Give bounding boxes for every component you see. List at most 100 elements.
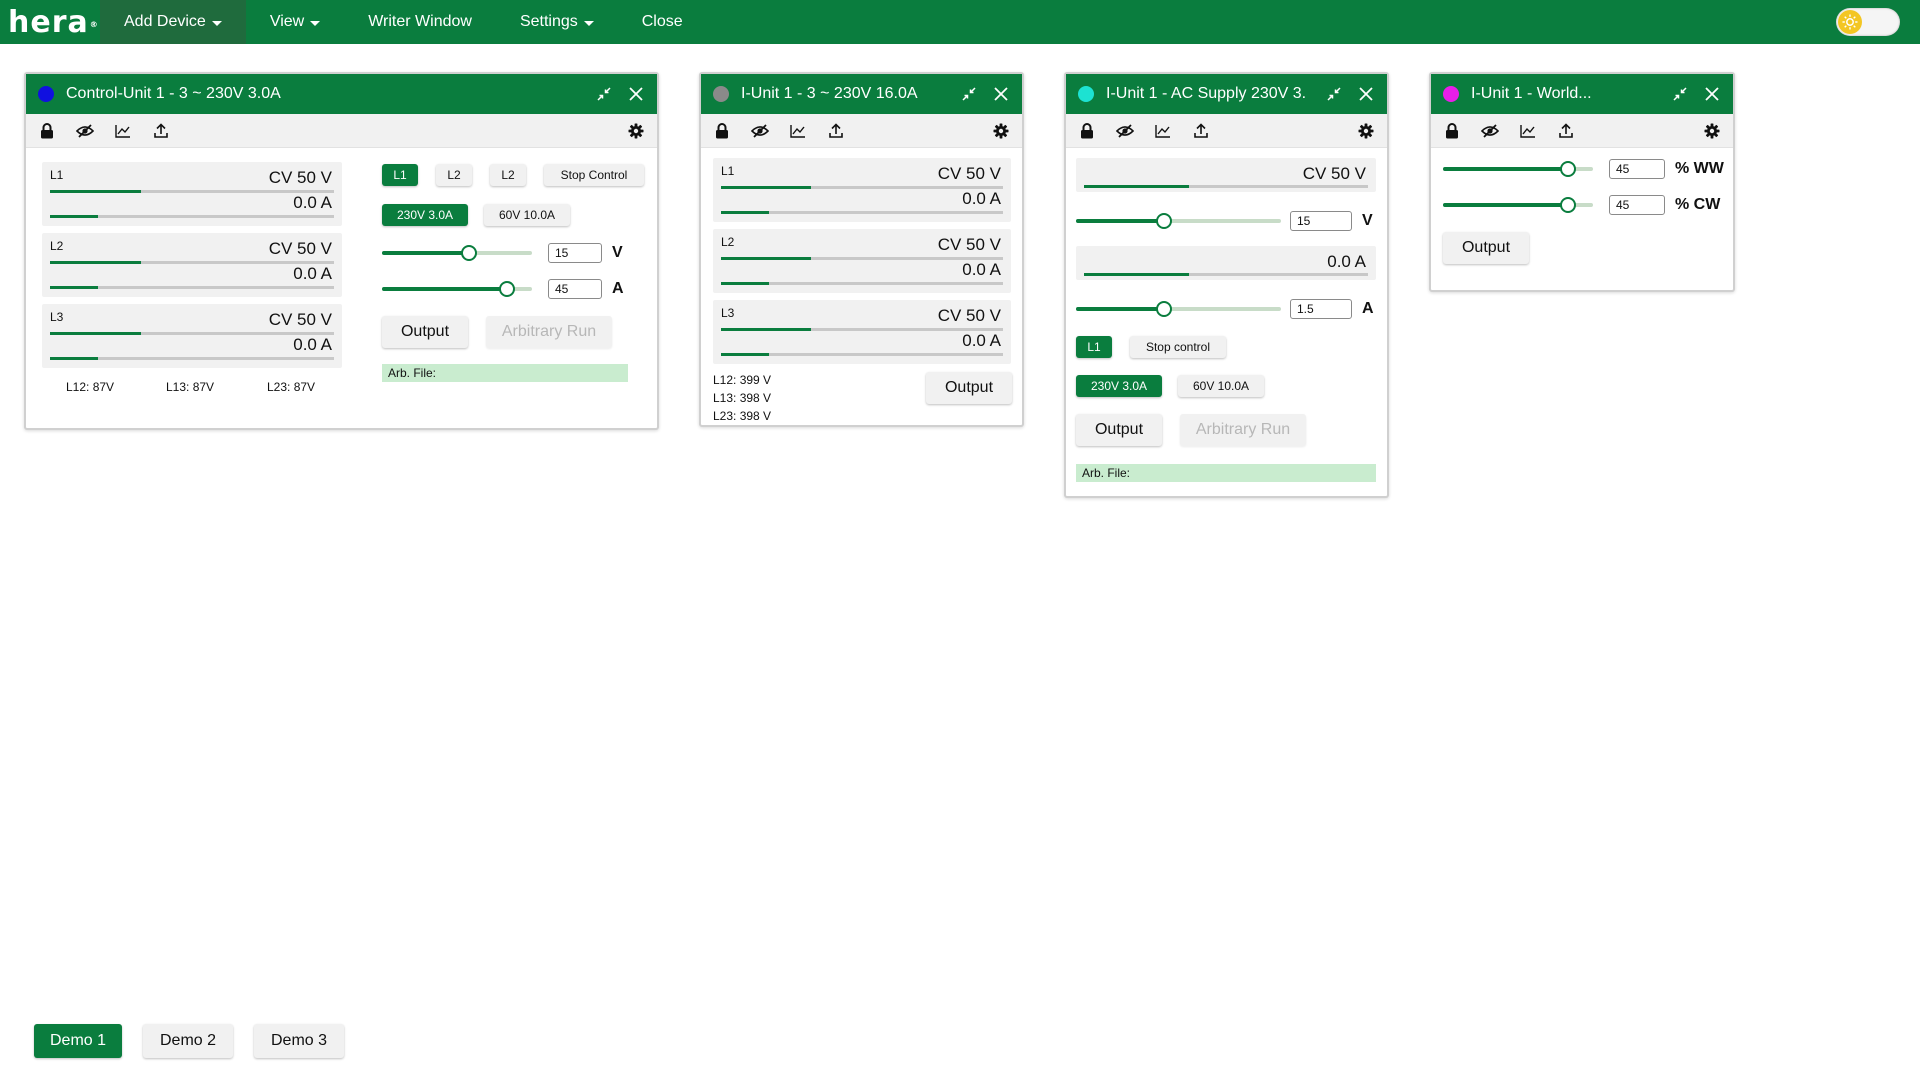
- menu-close[interactable]: Close: [618, 0, 707, 44]
- upload-icon[interactable]: [1190, 120, 1212, 142]
- gear-icon[interactable]: [990, 120, 1012, 142]
- chart-icon[interactable]: [112, 120, 134, 142]
- gear-icon[interactable]: [1355, 120, 1377, 142]
- arbitrary-run-button[interactable]: Arbitrary Run: [1180, 414, 1306, 446]
- lock-icon[interactable]: [711, 120, 733, 142]
- current-slider[interactable]: [382, 280, 532, 298]
- close-icon[interactable]: [625, 83, 647, 105]
- menu-add-device[interactable]: Add Device: [100, 0, 246, 44]
- cold-white-slider[interactable]: [1443, 196, 1593, 214]
- warm-white-slider[interactable]: [1443, 160, 1593, 178]
- voltage-slider[interactable]: [1076, 212, 1281, 230]
- slider-knob[interactable]: [498, 281, 515, 297]
- eye-off-icon[interactable]: [749, 120, 771, 142]
- gear-icon[interactable]: [625, 120, 647, 142]
- voltage-input[interactable]: 15: [548, 243, 602, 263]
- upload-icon[interactable]: [150, 120, 172, 142]
- output-button[interactable]: Output: [1076, 414, 1162, 446]
- voltage-bar: [721, 257, 1003, 260]
- minimize-icon[interactable]: [1669, 83, 1691, 105]
- current-bar-fill: [721, 353, 769, 356]
- eye-off-icon[interactable]: [1479, 120, 1501, 142]
- voltage-slider[interactable]: [382, 244, 532, 262]
- voltage-input[interactable]: 15: [1290, 211, 1352, 231]
- window-title-bar[interactable]: Control-Unit 1 - 3 ~ 230V 3.0A: [26, 74, 657, 114]
- current-bar-fill: [50, 286, 99, 289]
- eye-off-icon[interactable]: [74, 120, 96, 142]
- phase-button-l2[interactable]: L2: [436, 164, 472, 186]
- theme-toggle[interactable]: [1836, 8, 1900, 36]
- menu-view[interactable]: View: [246, 0, 344, 44]
- stop-control-button[interactable]: Stop Control: [544, 164, 644, 186]
- line-voltage-l12: L12: 87V: [66, 380, 115, 394]
- range-button-230v[interactable]: 230V 3.0A: [1076, 375, 1162, 397]
- current-bar-fill: [721, 211, 769, 214]
- current-input[interactable]: 1.5: [1290, 299, 1352, 319]
- phase-button-l3[interactable]: L2: [490, 164, 526, 186]
- slider-knob[interactable]: [1559, 197, 1576, 213]
- current-bar-fill: [50, 357, 99, 360]
- demo-2-button[interactable]: Demo 2: [143, 1024, 233, 1058]
- window-toolbar: [701, 114, 1022, 148]
- lock-icon[interactable]: [1076, 120, 1098, 142]
- slider-knob[interactable]: [1559, 161, 1576, 177]
- device-color-dot: [38, 86, 54, 102]
- current-readout: 0.0 A: [1327, 252, 1366, 271]
- minimize-icon[interactable]: [593, 83, 615, 105]
- slider-knob[interactable]: [1156, 301, 1173, 317]
- menu-writer-window[interactable]: Writer Window: [344, 0, 496, 44]
- phase-card-l2: L2 CV 50 V 0.0 A: [42, 233, 342, 297]
- cold-white-input[interactable]: 45: [1609, 195, 1665, 215]
- close-icon[interactable]: [1701, 83, 1723, 105]
- output-button[interactable]: Output: [1443, 232, 1529, 264]
- current-bar: [50, 215, 334, 218]
- phase-button-l1[interactable]: L1: [382, 164, 418, 186]
- chart-icon[interactable]: [1517, 120, 1539, 142]
- logo-mark: ®: [89, 19, 99, 29]
- eye-off-icon[interactable]: [1114, 120, 1136, 142]
- device-color-dot: [1078, 86, 1094, 102]
- range-button-60v[interactable]: 60V 10.0A: [484, 204, 570, 226]
- line-voltage-l12: L12: 399 V: [713, 373, 772, 387]
- gear-icon[interactable]: [1701, 120, 1723, 142]
- window-title-bar[interactable]: I-Unit 1 - 3 ~ 230V 16.0A: [701, 74, 1022, 114]
- menu-settings[interactable]: Settings: [496, 0, 618, 44]
- logo-text: hera: [8, 4, 89, 40]
- range-button-60v[interactable]: 60V 10.0A: [1178, 375, 1264, 397]
- chart-icon[interactable]: [1152, 120, 1174, 142]
- window-title: I-Unit 1 - World...: [1471, 85, 1592, 102]
- current-unit: A: [1362, 300, 1374, 317]
- current-slider[interactable]: [1076, 300, 1281, 318]
- lock-icon[interactable]: [36, 120, 58, 142]
- chart-icon[interactable]: [787, 120, 809, 142]
- voltage-bar-fill: [721, 328, 812, 331]
- warm-white-input[interactable]: 45: [1609, 159, 1665, 179]
- slider-knob[interactable]: [1156, 213, 1173, 229]
- arbitrary-run-button[interactable]: Arbitrary Run: [486, 316, 612, 348]
- current-readout: 0.0 A: [962, 331, 1001, 350]
- output-button[interactable]: Output: [926, 372, 1012, 404]
- window-title: I-Unit 1 - AC Supply 230V 3.: [1106, 85, 1307, 102]
- device-color-dot: [713, 86, 729, 102]
- i-unit-ac-supply-window: I-Unit 1 - AC Supply 230V 3. CV 50 V 15 …: [1064, 72, 1389, 498]
- close-icon[interactable]: [1355, 83, 1377, 105]
- demo-3-button[interactable]: Demo 3: [254, 1024, 344, 1058]
- window-title-bar[interactable]: I-Unit 1 - AC Supply 230V 3.: [1066, 74, 1387, 114]
- upload-icon[interactable]: [1555, 120, 1577, 142]
- demo-1-button[interactable]: Demo 1: [34, 1024, 122, 1058]
- upload-icon[interactable]: [825, 120, 847, 142]
- voltage-bar-fill: [50, 261, 141, 264]
- minimize-icon[interactable]: [1323, 83, 1345, 105]
- window-title-bar[interactable]: I-Unit 1 - World...: [1431, 74, 1733, 114]
- lock-icon[interactable]: [1441, 120, 1463, 142]
- output-button[interactable]: Output: [382, 316, 468, 348]
- current-input[interactable]: 45: [548, 279, 602, 299]
- phase-label: L3: [721, 306, 735, 320]
- close-icon[interactable]: [990, 83, 1012, 105]
- menu-close-label: Close: [641, 13, 683, 30]
- slider-knob[interactable]: [461, 245, 477, 261]
- phase-button-l1[interactable]: L1: [1076, 336, 1112, 358]
- range-button-230v[interactable]: 230V 3.0A: [382, 204, 468, 226]
- stop-control-button[interactable]: Stop control: [1130, 336, 1226, 358]
- minimize-icon[interactable]: [958, 83, 980, 105]
